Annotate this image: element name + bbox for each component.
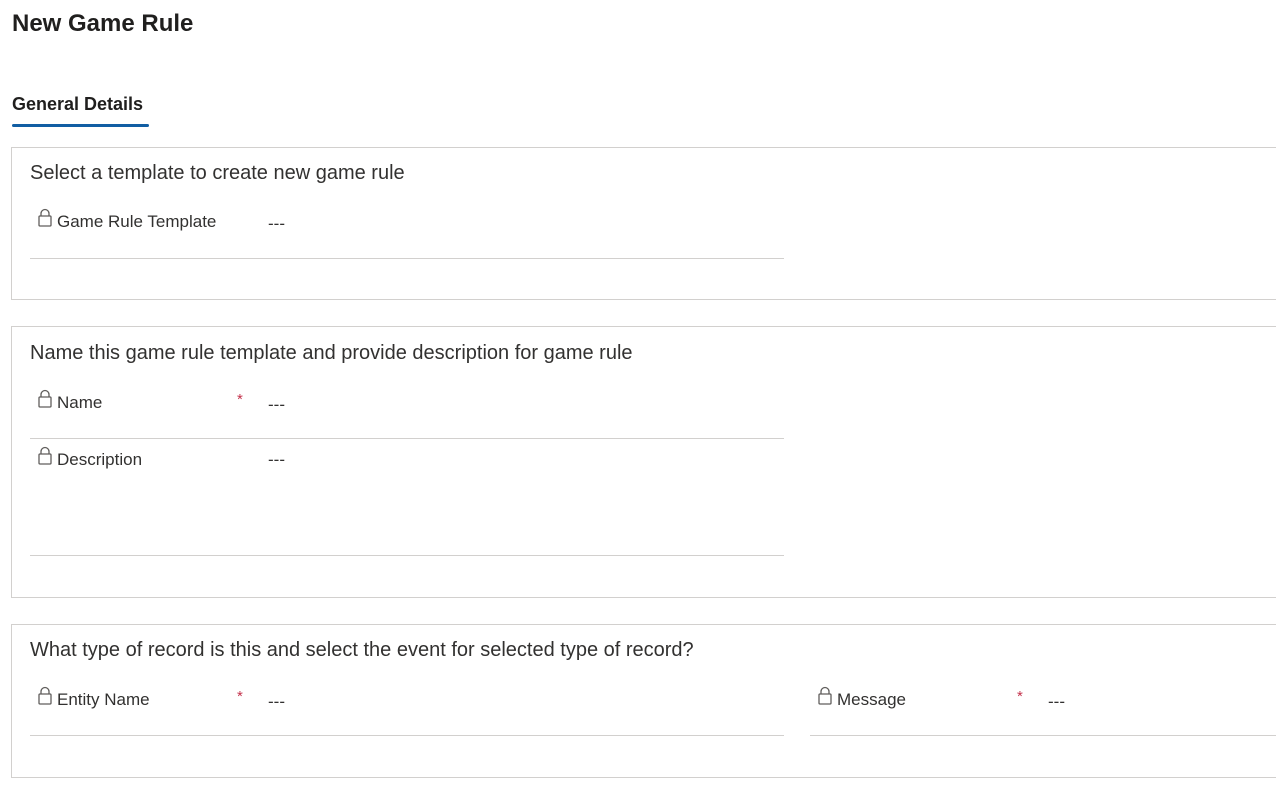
field-value[interactable]: --- [268,214,285,234]
lock-icon [38,686,52,705]
section-title: Select a template to create new game rul… [30,162,405,184]
field-divider [810,735,1276,736]
description-field[interactable]: Description --- [31,446,785,470]
lock-icon [818,686,832,705]
lock-icon [38,389,52,408]
field-divider [30,438,784,439]
field-label: Entity Name [57,690,150,709]
lock-icon [38,446,52,465]
required-indicator: * [237,391,243,408]
required-indicator: * [1017,688,1023,705]
field-label: Message [837,690,906,709]
lock-icon [38,208,52,227]
field-divider [30,555,784,556]
section-name-description: Name this game rule template and provide… [11,326,1276,598]
field-value[interactable]: --- [268,692,285,712]
section-title: Name this game rule template and provide… [30,342,633,364]
field-value[interactable]: --- [268,450,285,470]
name-field[interactable]: Name * --- [31,389,785,415]
field-label: Description [57,450,143,469]
field-label: Name [57,393,103,412]
page-title: New Game Rule [12,10,194,37]
field-divider [30,735,784,736]
required-indicator: * [237,688,243,705]
field-label: Game Rule Template [57,212,217,231]
field-value[interactable]: --- [1048,692,1065,712]
field-value[interactable]: --- [268,395,285,415]
section-record-type: What type of record is this and select t… [11,624,1276,778]
tab-active-indicator [12,124,149,127]
field-divider [30,258,784,259]
game-rule-template-field[interactable]: Game Rule Template --- [31,208,785,234]
tab-general-details[interactable]: General Details [12,94,143,115]
section-title: What type of record is this and select t… [30,639,694,661]
section-template: Select a template to create new game rul… [11,147,1276,300]
message-field[interactable]: Message * --- [811,686,1276,712]
entity-name-field[interactable]: Entity Name * --- [31,686,785,712]
